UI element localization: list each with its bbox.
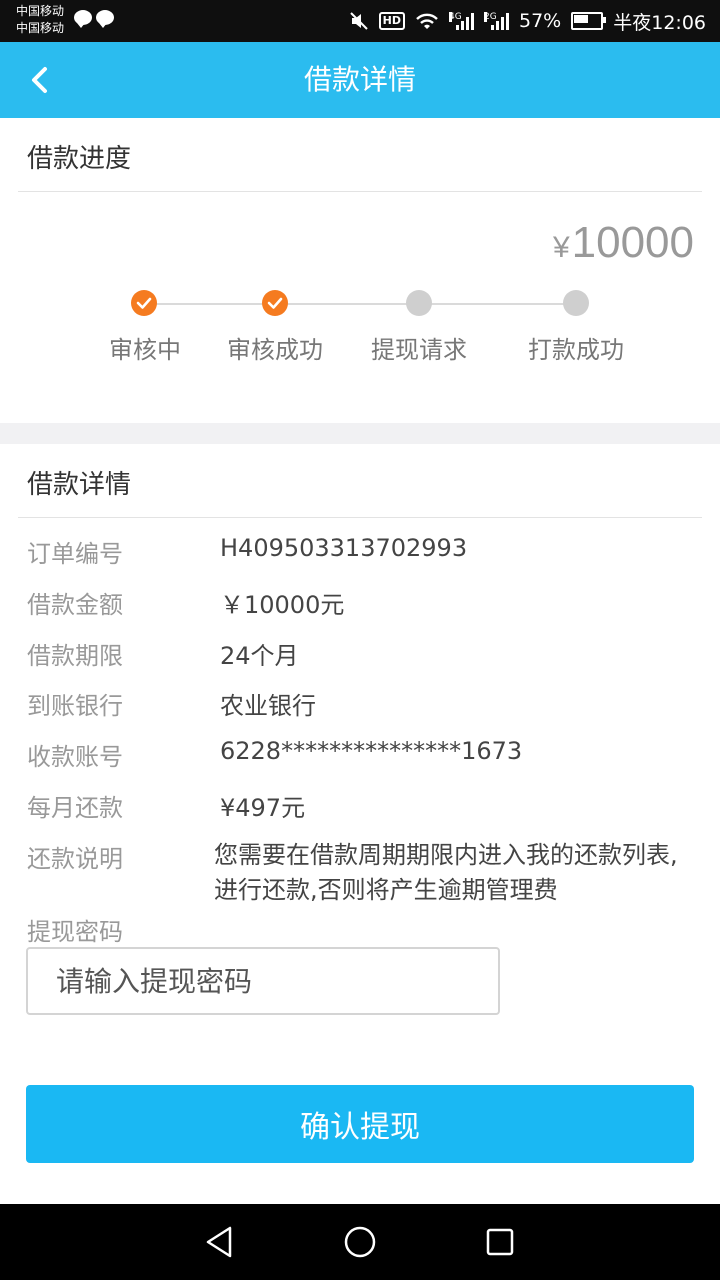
details-section-title: 借款详情 — [27, 470, 132, 500]
step-2-dot — [262, 290, 288, 316]
currency-symbol: ¥ — [552, 231, 570, 264]
message-icon — [74, 10, 92, 28]
check-icon — [136, 297, 152, 309]
password-input[interactable] — [26, 947, 500, 1015]
repayment-note-label: 还款说明 — [27, 845, 123, 873]
step-3-label: 提现请求 — [371, 336, 467, 364]
system-recents-button[interactable] — [480, 1222, 520, 1262]
loan-amount: ¥10000 — [553, 218, 694, 268]
step-1-label: 审核中 — [109, 336, 181, 364]
amount-value: 10000 — [571, 218, 694, 267]
page-title: 借款详情 — [303, 63, 416, 96]
carrier-name-1: 中国移动 — [16, 4, 65, 18]
step-2-label: 审核成功 — [227, 336, 323, 364]
divider — [18, 517, 702, 518]
order-number-label: 订单编号 — [27, 540, 123, 568]
battery-icon — [571, 12, 607, 30]
wechat-icon — [96, 10, 114, 28]
carrier-info: 中国移动 中国移动 — [16, 3, 64, 37]
notification-icons — [74, 10, 114, 28]
step-3-dot — [406, 290, 432, 316]
loan-progress-card: 借款进度 ¥10000 — [0, 118, 720, 423]
system-home-button[interactable] — [340, 1222, 380, 1262]
signal-2g-icon: 2G — [484, 12, 509, 30]
loan-term-value: 24个月 — [220, 642, 299, 670]
step-1-dot — [131, 290, 157, 316]
confirm-withdraw-button[interactable]: 确认提现 — [26, 1085, 694, 1163]
order-number-value: H409503313702993 — [220, 534, 468, 562]
hd-icon: HD — [378, 12, 405, 30]
account-value: 6228***************1673 — [220, 737, 523, 765]
carrier-name-2: 中国移动 — [16, 21, 65, 35]
loan-term-label: 借款期限 — [27, 642, 123, 670]
header-bar: 借款详情 — [0, 42, 720, 118]
triangle-back-icon — [206, 1226, 232, 1258]
divider — [18, 191, 702, 192]
loan-amount-value: ￥10000元 — [220, 591, 345, 619]
square-recents-icon — [486, 1228, 514, 1256]
bank-value: 农业银行 — [220, 692, 316, 720]
status-bar: 中国移动 中国移动 HD 4G 2G 57% 半夜12:06 — [0, 0, 720, 42]
loan-amount-label: 借款金额 — [27, 591, 123, 619]
system-back-button[interactable] — [200, 1222, 240, 1262]
wifi-icon — [416, 13, 438, 29]
password-label: 提现密码 — [27, 918, 123, 946]
system-navigation-bar — [0, 1204, 720, 1280]
battery-percent: 57% — [519, 10, 562, 32]
account-label: 收款账号 — [27, 743, 123, 771]
step-4-label: 打款成功 — [528, 336, 624, 364]
monthly-payment-value: ¥497元 — [220, 794, 306, 822]
clock: 半夜12:06 — [613, 11, 706, 34]
status-indicators: HD 4G 2G 57% 半夜12:06 — [349, 0, 706, 42]
step-4-dot — [563, 290, 589, 316]
monthly-payment-label: 每月还款 — [27, 794, 123, 822]
circle-home-icon — [344, 1226, 376, 1258]
bank-label: 到账银行 — [27, 692, 123, 720]
progress-track — [145, 303, 576, 305]
signal-4g-icon: 4G — [449, 12, 474, 30]
check-icon — [267, 297, 283, 309]
progress-section-title: 借款进度 — [27, 144, 132, 174]
repayment-note-text: 您需要在借款周期期限内进入我的还款列表,进行还款,否则将产生逾期管理费 — [214, 841, 678, 904]
mute-icon — [349, 12, 368, 30]
